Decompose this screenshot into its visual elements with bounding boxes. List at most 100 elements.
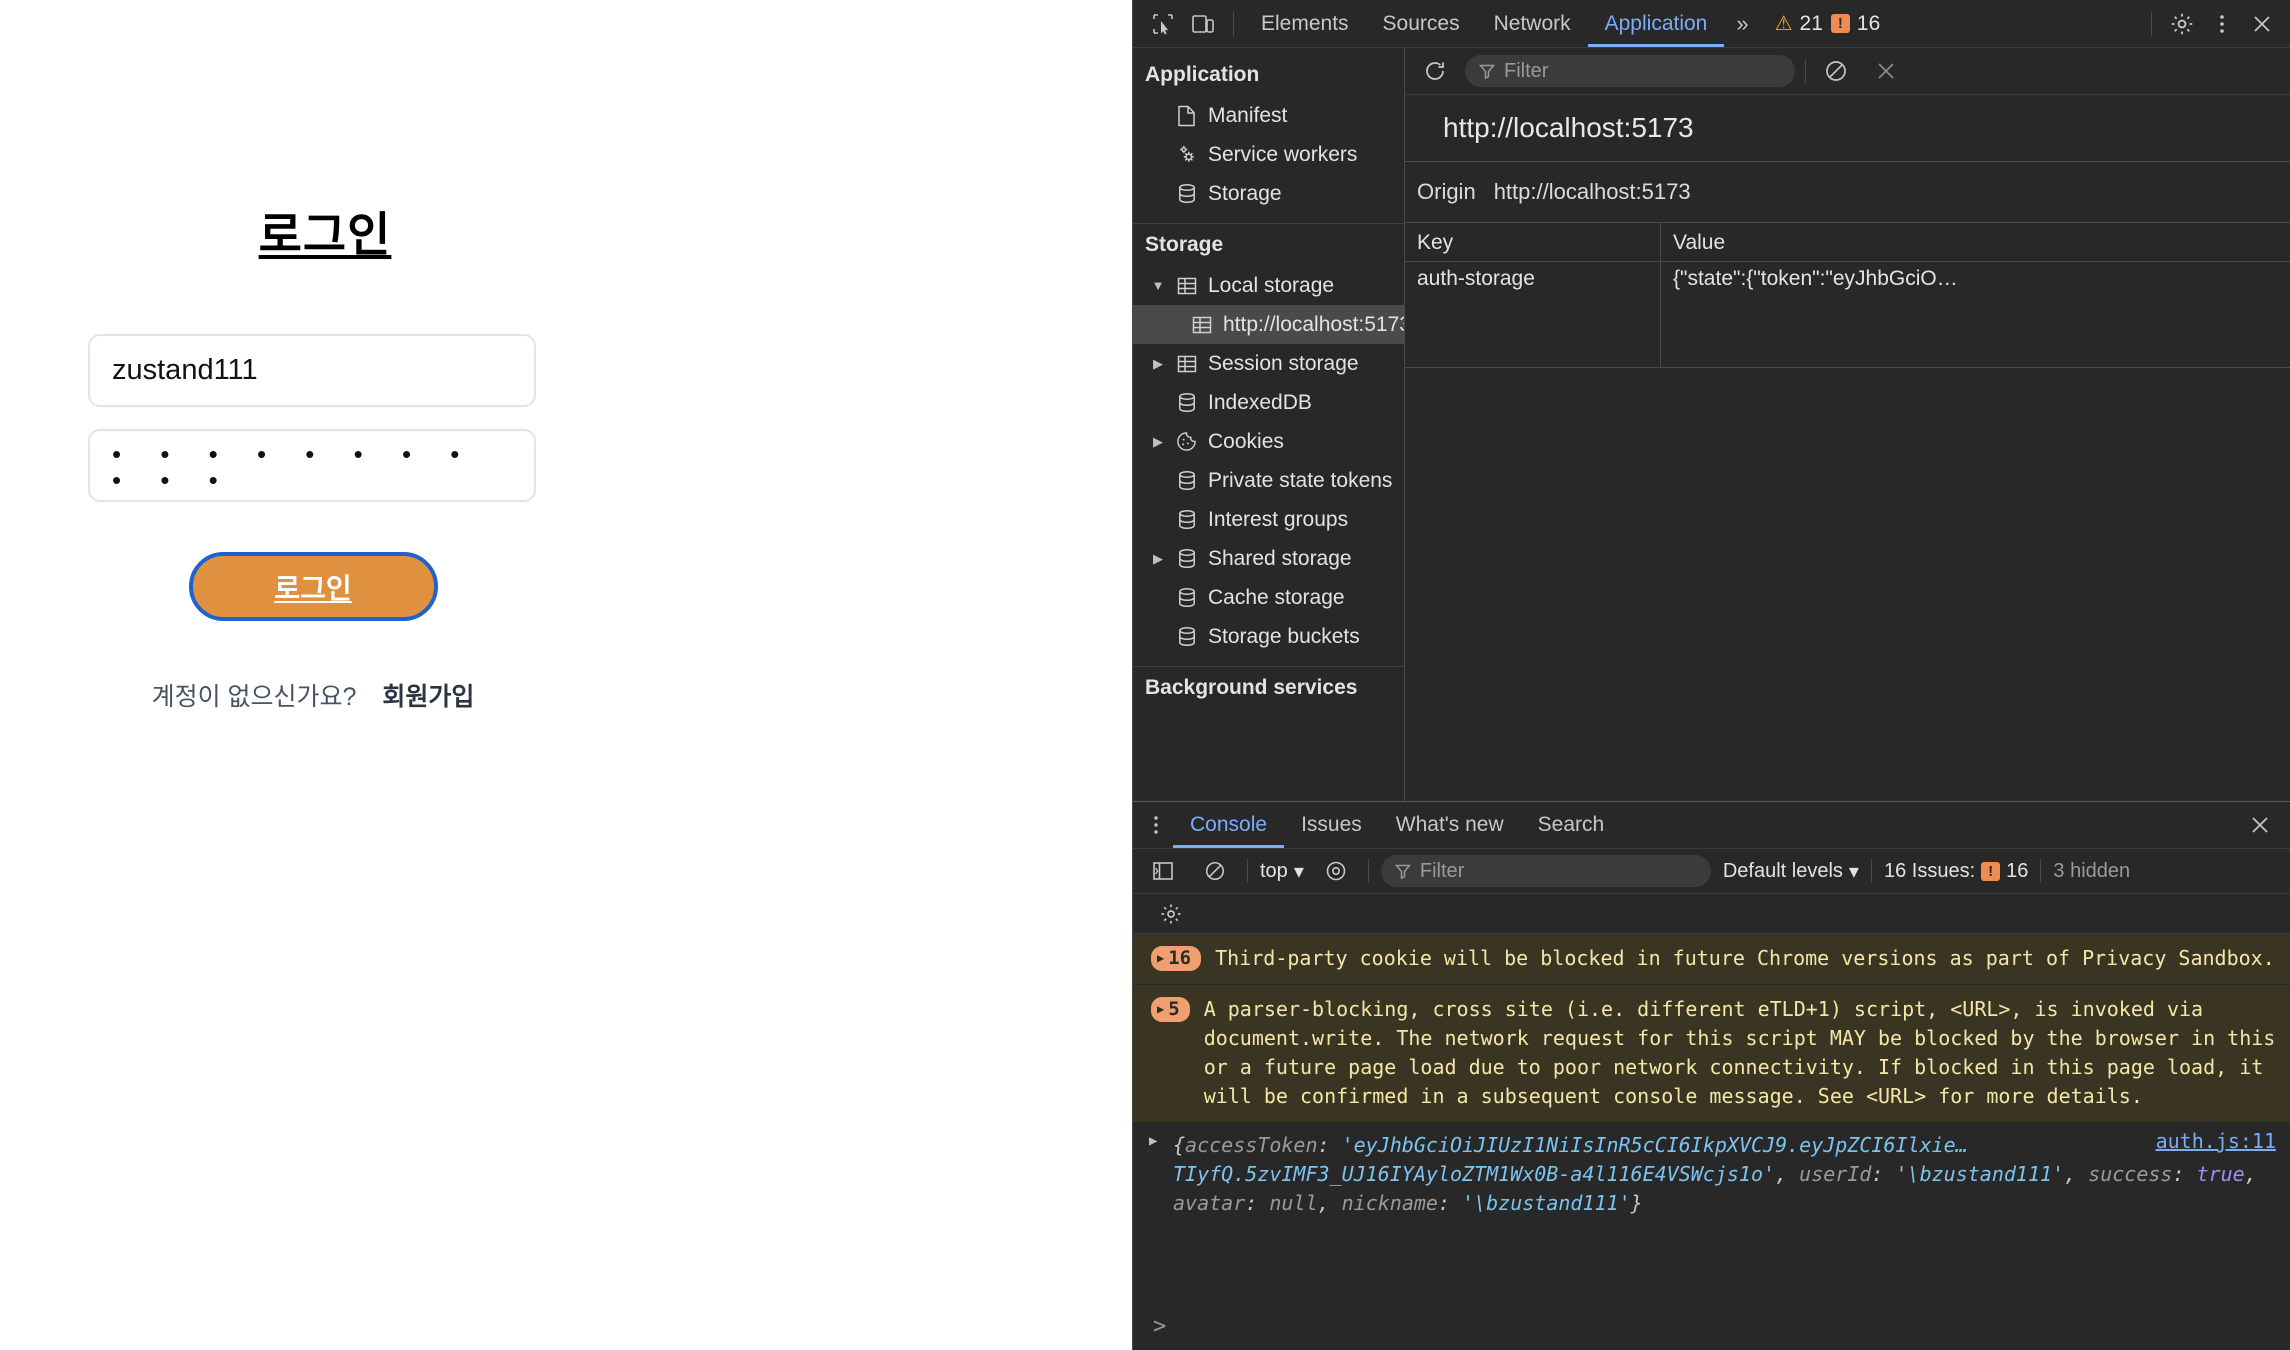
sidebar-item-cookies[interactable]: ▶ Cookies xyxy=(1133,422,1404,461)
hidden-messages-label[interactable]: 3 hidden xyxy=(2053,860,2130,883)
column-header-key[interactable]: Key xyxy=(1405,222,1661,262)
prop-key-userId: userId xyxy=(1799,1162,1872,1186)
username-value: zustand111 xyxy=(112,354,258,386)
database-icon xyxy=(1174,626,1199,648)
console-toolbar-divider xyxy=(1247,859,1248,883)
execution-context-value: top xyxy=(1260,859,1288,882)
more-options-icon[interactable] xyxy=(2202,4,2242,44)
chevron-right-icon[interactable]: ▶ xyxy=(1151,434,1165,450)
live-expression-icon[interactable] xyxy=(1316,851,1356,891)
database-icon xyxy=(1174,392,1199,414)
console-warning-group-2[interactable]: ▶ 5 A parser-blocking, cross site (i.e. … xyxy=(1133,985,2290,1123)
sidebar-group-title: Storage xyxy=(1145,233,1224,256)
tabbar-divider xyxy=(1233,11,1234,36)
clear-console-icon[interactable] xyxy=(1195,851,1235,891)
username-input[interactable]: zustand111 xyxy=(88,334,536,407)
sidebar-item-session-storage[interactable]: ▶ Session storage xyxy=(1133,344,1404,383)
sidebar-item-cache-storage[interactable]: Cache storage xyxy=(1133,578,1404,617)
sidebar-item-local-storage[interactable]: ▼ Local storage xyxy=(1133,266,1404,305)
sidebar-item-localhost-origin[interactable]: http://localhost:5173 xyxy=(1133,305,1404,344)
storage-key-value-table: Key Value auth-storage {"state":{"token"… xyxy=(1405,222,2290,367)
chevron-down-icon[interactable]: ▼ xyxy=(1151,278,1165,293)
delete-selected-icon[interactable] xyxy=(1866,51,1906,91)
console-filter-input[interactable]: Filter xyxy=(1380,855,1711,887)
document-icon xyxy=(1174,105,1199,127)
signup-row: 계정이 없으신가요? 회원가입 xyxy=(88,677,538,713)
sidebar-item-label: Interest groups xyxy=(1208,507,1349,531)
tab-sources[interactable]: Sources xyxy=(1366,0,1477,47)
devtools-window: Elements Sources Network Application » ⚠… xyxy=(1132,0,2290,1350)
sidebar-group-storage: Storage ▼ Local storage http://localhost… xyxy=(1133,224,1404,667)
sidebar-item-manifest[interactable]: Manifest xyxy=(1133,96,1404,135)
drawer-tab-whats-new[interactable]: What's new xyxy=(1379,802,1521,848)
error-counter[interactable]: ! 16 xyxy=(1830,12,1880,36)
database-icon xyxy=(1174,470,1199,492)
tab-network[interactable]: Network xyxy=(1477,0,1588,47)
sidebar-item-label: Storage buckets xyxy=(1208,624,1360,648)
sidebar-group-application: Application Manifest Service workers Sto… xyxy=(1133,54,1404,224)
console-sidebar-toggle-icon[interactable] xyxy=(1143,851,1183,891)
close-devtools-icon[interactable] xyxy=(2242,4,2282,44)
tabbar-divider-2 xyxy=(2151,11,2152,36)
colon-5: : xyxy=(1437,1191,1463,1215)
source-link[interactable]: auth.js:11 xyxy=(2156,1129,2276,1153)
warning-message-text: Third-party cookie will be blocked in fu… xyxy=(1215,946,2275,970)
web-page-viewport: 로그인 zustand111 • • • • • • • • • • • 로그인… xyxy=(0,0,1132,1350)
sidebar-item-service-workers[interactable]: Service workers xyxy=(1133,135,1404,174)
console-filter-placeholder-text: Filter xyxy=(1419,859,1465,882)
object-open-brace: { xyxy=(1173,1133,1186,1157)
console-prompt[interactable]: > xyxy=(1133,1302,2290,1350)
table-header-row: Key Value xyxy=(1405,222,2290,262)
issues-indicator[interactable]: 16 Issues: ! 16 xyxy=(1884,860,2028,883)
expand-triangle-icon[interactable]: ▶ xyxy=(1149,1131,1157,1151)
console-warning-group-1[interactable]: ▶ 16 Third-party cookie will be blocked … xyxy=(1133,934,2290,985)
warning-group-count-badge[interactable]: ▶ 16 xyxy=(1151,946,1202,971)
execution-context-selector[interactable]: top ▾ xyxy=(1260,859,1304,884)
expand-triangle-icon: ▶ xyxy=(1157,951,1165,965)
login-form: 로그인 zustand111 • • • • • • • • • • • 로그인… xyxy=(88,196,538,713)
log-object-line: ▶ {accessToken: 'eyJhbGciOiJIUzI1NiIsInR… xyxy=(1149,1131,2276,1218)
sidebar-item-shared-storage[interactable]: ▶ Shared storage xyxy=(1133,539,1404,578)
password-input[interactable]: • • • • • • • • • • • xyxy=(88,429,536,502)
warning-group-count-badge[interactable]: ▶ 5 xyxy=(1151,997,1190,1022)
sidebar-item-indexeddb[interactable]: IndexedDB xyxy=(1133,383,1404,422)
gear-icon[interactable] xyxy=(2162,4,2202,44)
drawer-more-options-icon[interactable] xyxy=(1139,814,1173,836)
sidebar-item-storage-buckets[interactable]: Storage buckets xyxy=(1133,617,1404,656)
device-toolbar-icon[interactable] xyxy=(1183,4,1223,44)
sidebar-item-interest-groups[interactable]: Interest groups xyxy=(1133,500,1404,539)
warning-triangle-icon: ⚠ xyxy=(1774,13,1793,35)
refresh-icon[interactable] xyxy=(1415,51,1455,91)
inspect-element-icon[interactable] xyxy=(1143,4,1183,44)
toolbar-divider xyxy=(1805,59,1806,83)
drawer-tab-search[interactable]: Search xyxy=(1521,802,1622,848)
console-settings-gear-icon[interactable] xyxy=(1151,894,1191,934)
chevron-right-icon[interactable]: ▶ xyxy=(1151,551,1165,567)
clear-storage-icon[interactable] xyxy=(1816,51,1856,91)
more-tabs-icon[interactable]: » xyxy=(1724,11,1760,37)
warning-counter[interactable]: ⚠ 21 xyxy=(1775,11,1823,36)
drawer-tab-issues[interactable]: Issues xyxy=(1284,802,1379,848)
storage-filter-input[interactable]: Filter xyxy=(1465,55,1795,87)
tab-elements[interactable]: Elements xyxy=(1244,0,1366,47)
sidebar-item-label: Session storage xyxy=(1208,351,1359,375)
table-icon xyxy=(1174,276,1199,296)
chevron-right-icon[interactable]: ▶ xyxy=(1151,356,1165,372)
filter-icon xyxy=(1479,64,1495,79)
console-log-entry[interactable]: auth.js:11 ▶ {accessToken: 'eyJhbGciOiJI… xyxy=(1133,1123,2290,1228)
sidebar-item-private-state-tokens[interactable]: Private state tokens xyxy=(1133,461,1404,500)
cell-key: auth-storage xyxy=(1405,262,1661,296)
error-badge-icon: ! xyxy=(1981,861,2001,881)
origin-value: http://localhost:5173 xyxy=(1493,179,1691,204)
signup-link[interactable]: 회원가입 xyxy=(382,677,474,713)
login-button[interactable]: 로그인 xyxy=(188,552,438,621)
prop-value-userId: '\bzustand111' xyxy=(1895,1162,2065,1186)
log-levels-selector[interactable]: Default levels ▾ xyxy=(1723,859,1859,884)
drawer-tab-console[interactable]: Console xyxy=(1173,802,1284,848)
sidebar-item-storage[interactable]: Storage xyxy=(1133,174,1404,213)
table-row[interactable]: auth-storage {"state":{"token":"eyJhbGci… xyxy=(1405,262,2290,296)
tab-application[interactable]: Application xyxy=(1588,0,1725,47)
comma-4: , xyxy=(1317,1191,1342,1215)
close-drawer-icon[interactable] xyxy=(2240,805,2280,845)
column-header-value[interactable]: Value xyxy=(1661,223,2290,262)
